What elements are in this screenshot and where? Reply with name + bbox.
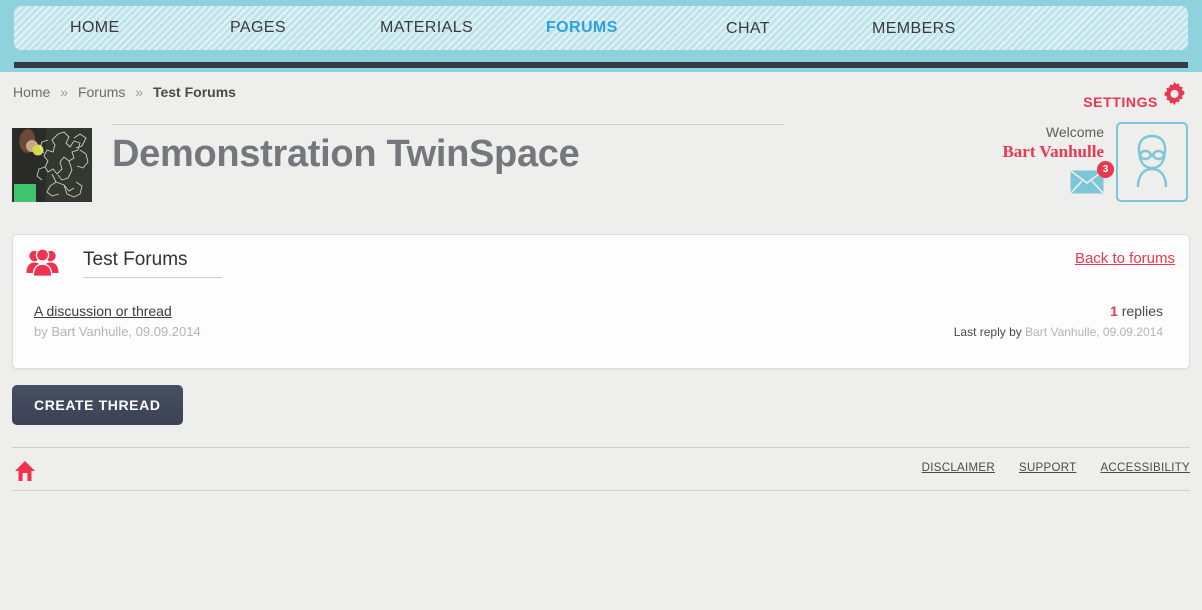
messages-count-badge: 3: [1097, 161, 1114, 178]
avatar[interactable]: [1116, 122, 1188, 202]
forum-panel: Test Forums Back to forums A discussion …: [12, 234, 1190, 369]
replies-number: 1: [1110, 303, 1118, 319]
user-area: Welcome Bart Vanhulle 3: [1002, 122, 1188, 202]
last-reply-date: , 09.09.2014: [1096, 325, 1163, 339]
last-reply-prefix: Last reply by: [953, 325, 1022, 339]
breadcrumb-row: Home » Forums » Test Forums SETTINGS: [0, 72, 1202, 116]
breadcrumb-forums[interactable]: Forums: [78, 84, 125, 100]
settings-button[interactable]: SETTINGS: [1083, 80, 1188, 112]
footer-link-disclaimer[interactable]: DISCLAIMER: [922, 462, 995, 474]
nav-item-pages[interactable]: PAGES: [230, 19, 286, 37]
user-name: Bart Vanhulle: [1002, 142, 1104, 161]
breadcrumb-current: Test Forums: [152, 84, 236, 100]
page-title: Demonstration TwinSpace: [112, 124, 784, 176]
nav-panel: HOME PAGES MATERIALS FORUMS CHAT MEMBERS: [14, 6, 1188, 50]
thread-title-link[interactable]: A discussion or thread: [34, 303, 172, 319]
settings-label: SETTINGS: [1083, 93, 1158, 110]
space-title-block: Demonstration TwinSpace Welcome Bart Van…: [0, 116, 1202, 216]
home-icon[interactable]: [14, 460, 36, 487]
nav-item-forums[interactable]: FORUMS: [546, 19, 618, 37]
user-avatar-icon: [1136, 134, 1168, 188]
replies-label: replies: [1121, 303, 1163, 319]
group-icon: [26, 248, 59, 282]
nav-item-chat[interactable]: CHAT: [726, 20, 770, 38]
thread-last-reply: Last reply by Bart Vanhulle, 09.09.2014: [954, 325, 1163, 339]
header-divider-rule: [14, 62, 1188, 68]
footer-links: DISCLAIMER SUPPORT ACCESSIBILITY: [922, 462, 1190, 474]
breadcrumb-home[interactable]: Home: [13, 84, 50, 100]
messages-button[interactable]: 3: [1070, 161, 1114, 199]
footer-link-accessibility[interactable]: ACCESSIBILITY: [1100, 462, 1190, 474]
space-thumbnail: [12, 128, 92, 202]
footer: DISCLAIMER SUPPORT ACCESSIBILITY: [12, 447, 1190, 491]
back-to-forums-link[interactable]: Back to forums: [1075, 250, 1175, 267]
create-thread-button[interactable]: CREATE THREAD: [12, 385, 183, 425]
welcome-label: Welcome: [1045, 124, 1104, 140]
thread-author-date: by Bart Vanhulle, 09.09.2014: [34, 324, 201, 339]
nav-item-materials[interactable]: MATERIALS: [380, 19, 473, 37]
gear-icon: [1161, 80, 1188, 112]
footer-link-support[interactable]: SUPPORT: [1019, 462, 1076, 474]
thread-replies-count: 1 replies: [1110, 303, 1163, 319]
nav-item-members[interactable]: MEMBERS: [872, 20, 956, 38]
breadcrumb: Home » Forums » Test Forums: [13, 84, 236, 100]
top-navigation-bar: HOME PAGES MATERIALS FORUMS CHAT MEMBERS: [0, 0, 1202, 72]
forum-heading: Test Forums: [83, 249, 222, 278]
user-text-block: Welcome Bart Vanhulle 3: [1002, 122, 1114, 199]
breadcrumb-separator-1: »: [60, 84, 69, 100]
nav-item-home[interactable]: HOME: [70, 19, 120, 37]
envelope-icon: [1070, 170, 1104, 198]
breadcrumb-separator-2: »: [135, 84, 144, 100]
last-reply-author: Bart Vanhulle: [1025, 325, 1097, 339]
